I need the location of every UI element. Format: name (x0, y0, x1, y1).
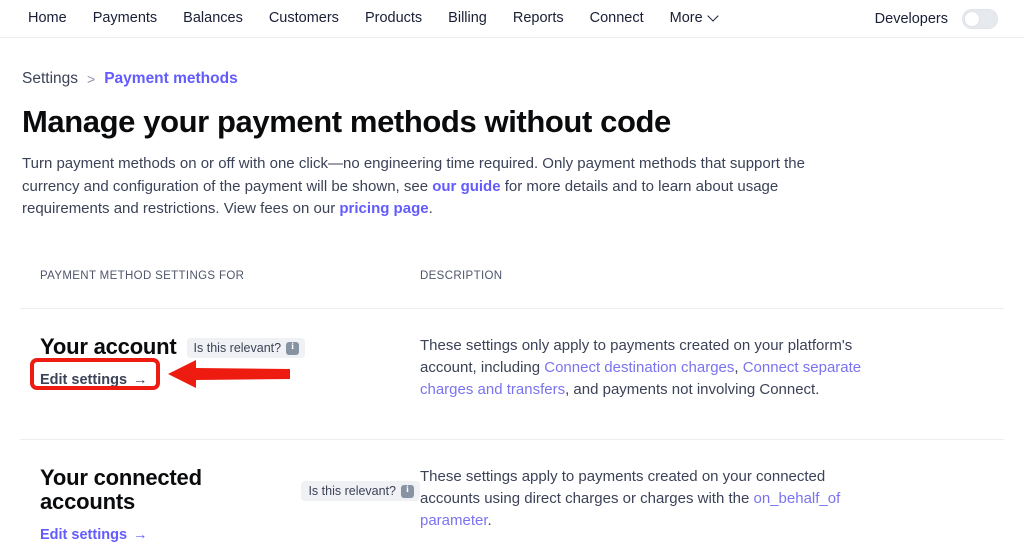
edit-settings-label: Edit settings (40, 372, 128, 389)
desc-text-part3: . (428, 200, 433, 218)
stripe-payment-methods-page: Home Payments Balances Customers Product… (0, 0, 1024, 551)
edit-settings-link-connected-accounts[interactable]: Edit settings → (40, 527, 148, 543)
is-this-relevant-badge[interactable]: Is this relevant? i (186, 338, 306, 359)
nav-item-label: Home (28, 10, 67, 27)
row-description-cell: These settings only apply to payments cr… (420, 335, 920, 439)
toggle-knob (964, 10, 980, 27)
info-icon: i (401, 484, 414, 498)
is-this-relevant-badge[interactable]: Is this relevant? i (301, 481, 420, 502)
nav-right-group: Developers (874, 8, 998, 29)
page-content: Settings > Payment methods Manage your p… (0, 38, 1024, 543)
nav-item-label: Balances (183, 10, 243, 27)
column-header-description: DESCRIPTION (420, 270, 503, 282)
account-name-line: Your connected accounts Is this relevant… (40, 465, 420, 515)
page-title: Manage your payment methods without code (22, 103, 671, 139)
row-description-cell: These settings apply to payments created… (420, 466, 920, 544)
row-settings-target-cell: Your account Is this relevant? i Edit se… (20, 334, 420, 439)
pricing-page-link[interactable]: pricing page (339, 200, 428, 217)
nav-item-more[interactable]: More (670, 11, 718, 26)
account-description: These settings only apply to payments cr… (420, 335, 880, 401)
table-row: Your account Is this relevant? i Edit se… (0, 309, 1024, 439)
settings-table: PAYMENT METHOD SETTINGS FOR DESCRIPTION … (0, 270, 1024, 544)
breadcrumb-settings[interactable]: Settings (22, 71, 78, 87)
row-desc-part3: , and payments not involving Connect. (565, 381, 820, 398)
arrow-right-icon: → (133, 371, 148, 388)
nav-item-customers[interactable]: Customers (269, 11, 339, 26)
nav-item-payments[interactable]: Payments (93, 11, 157, 26)
badge-label: Is this relevant? (193, 341, 282, 356)
nav-item-label: More (669, 10, 703, 27)
account-name: Your connected accounts (40, 465, 202, 515)
row-desc-part2: . (487, 512, 492, 529)
nav-item-label: Payments (92, 10, 158, 27)
column-header-settings-for: PAYMENT METHOD SETTINGS FOR (40, 270, 245, 282)
nav-item-label: Products (364, 10, 423, 27)
breadcrumb: Settings > Payment methods (22, 71, 1024, 87)
nav-item-balances[interactable]: Balances (183, 11, 243, 26)
arrow-right-icon: → (133, 527, 148, 544)
connected-accounts-description: These settings apply to payments created… (420, 466, 880, 532)
breadcrumb-payment-methods[interactable]: Payment methods (104, 71, 238, 87)
nav-item-reports[interactable]: Reports (513, 11, 564, 26)
top-navigation-bar: Home Payments Balances Customers Product… (0, 0, 1024, 38)
info-icon: i (286, 341, 300, 355)
breadcrumb-separator-icon: > (87, 70, 96, 87)
table-row: Your connected accounts Is this relevant… (0, 440, 1024, 544)
nav-item-label: Reports (512, 10, 564, 27)
our-guide-link[interactable]: our guide (432, 178, 500, 195)
row-settings-target-cell: Your connected accounts Is this relevant… (20, 465, 420, 544)
nav-item-connect[interactable]: Connect (590, 11, 644, 26)
nav-item-label: Connect (589, 10, 644, 27)
nav-item-billing[interactable]: Billing (448, 11, 487, 26)
edit-settings-label: Edit settings (40, 527, 128, 544)
table-header-row: PAYMENT METHOD SETTINGS FOR DESCRIPTION (0, 270, 1024, 308)
account-name-line: Your account Is this relevant? i (40, 334, 420, 359)
page-description: Turn payment methods on or off with one … (22, 153, 812, 221)
developers-toggle[interactable] (962, 8, 998, 29)
edit-settings-link-account[interactable]: Edit settings → (40, 372, 148, 388)
nav-item-home[interactable]: Home (28, 11, 67, 26)
nav-item-products[interactable]: Products (365, 11, 422, 26)
connect-destination-charges-link[interactable]: Connect destination charges (544, 359, 734, 376)
chevron-down-icon (709, 12, 718, 21)
nav-items: Home Payments Balances Customers Product… (28, 11, 718, 26)
account-name: Your account (40, 334, 177, 359)
row-desc-part2: , (734, 359, 743, 376)
developers-label: Developers (874, 10, 948, 27)
nav-item-label: Customers (268, 10, 339, 27)
badge-label: Is this relevant? (308, 484, 396, 499)
nav-item-label: Billing (448, 10, 487, 27)
